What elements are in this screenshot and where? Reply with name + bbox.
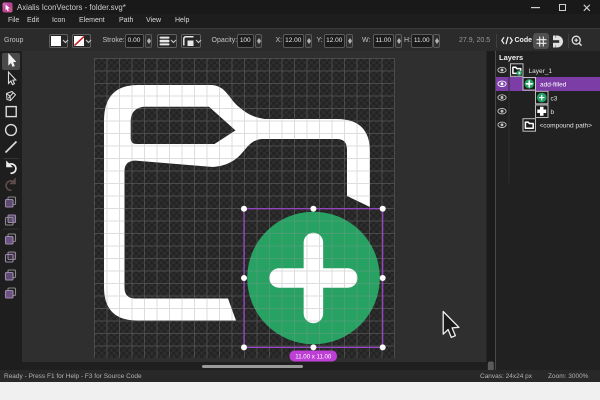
svg-text:<compound path>: <compound path> (540, 123, 593, 130)
svg-text:b: b (551, 109, 555, 116)
svg-text:add-filled: add-filled (540, 82, 567, 89)
svg-text:c3: c3 (551, 95, 558, 102)
svg-text:Layer_1: Layer_1 (529, 68, 553, 75)
svg-text:11.00 x 11.00: 11.00 x 11.00 (295, 354, 332, 361)
